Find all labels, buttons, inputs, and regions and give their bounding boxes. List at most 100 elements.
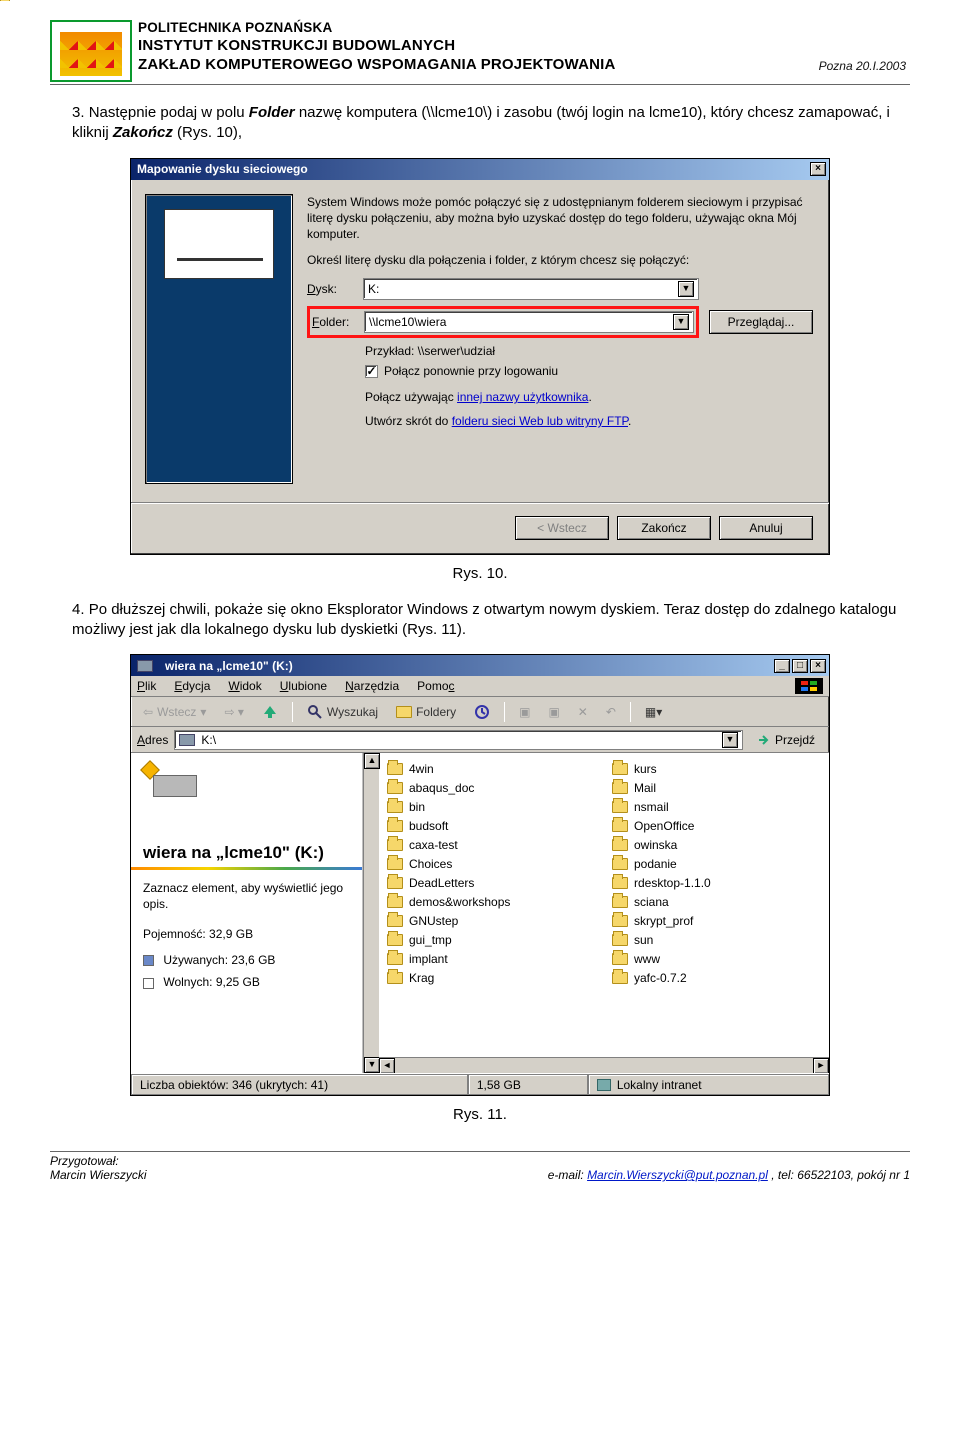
list-item[interactable]: GNUstep: [387, 911, 600, 930]
search-button[interactable]: Wyszukaj: [301, 701, 384, 723]
menu-view[interactable]: Widok: [228, 679, 261, 693]
horizontal-scrollbar[interactable]: ◄ ►: [379, 1057, 829, 1073]
page-footer: Przygotował: Marcin Wierszycki e-mail: M…: [50, 1151, 910, 1182]
statusbar: Liczba obiektów: 346 (ukrytych: 41) 1,58…: [131, 1073, 829, 1095]
minimize-icon[interactable]: _: [774, 659, 790, 673]
list-item[interactable]: 4win: [387, 759, 600, 778]
folder-icon: [387, 839, 403, 851]
folder-label: gui_tmp: [409, 933, 452, 947]
delete-icon: ✕: [572, 701, 594, 723]
list-item[interactable]: sciana: [612, 892, 825, 911]
views-button[interactable]: ▦▾: [639, 701, 668, 723]
list-item[interactable]: kurs: [612, 759, 825, 778]
explorer-titlebar: wiera na „lcme10" (K:) _ □ ×: [131, 655, 829, 676]
drive-icon: [164, 209, 274, 279]
menu-edit[interactable]: Edycja: [174, 679, 210, 693]
menu-file[interactable]: Plik: [137, 679, 156, 693]
folder-label: rdesktop-1.1.0: [634, 876, 711, 890]
dialog-title: Mapowanie dysku sieciowego: [137, 162, 308, 176]
drive-value: K:: [368, 282, 379, 296]
folder-icon: [612, 896, 628, 908]
list-item[interactable]: implant: [387, 949, 600, 968]
list-item[interactable]: yafc-0.7.2: [612, 968, 825, 987]
list-item[interactable]: DeadLetters: [387, 873, 600, 892]
footer-email-link[interactable]: Marcin.Wierszycki@put.poznan.pl: [587, 1168, 768, 1182]
reconnect-checkbox-row[interactable]: ✓ Połącz ponownie przy logowaniu: [365, 364, 813, 378]
menu-tools[interactable]: Narzędzia: [345, 679, 399, 693]
step-number: 4.: [72, 601, 85, 618]
folder-combobox[interactable]: \\lcme10\wiera ▼: [364, 311, 694, 333]
list-item[interactable]: Choices: [387, 854, 600, 873]
header-date: Pozna 20.I.2003: [819, 59, 910, 73]
list-item[interactable]: podanie: [612, 854, 825, 873]
folder-label: kurs: [634, 762, 657, 776]
dialog-titlebar: Mapowanie dysku sieciowego ×: [131, 159, 829, 180]
history-button[interactable]: [468, 701, 496, 723]
network-drive-icon: [137, 660, 153, 672]
list-item[interactable]: OpenOffice: [612, 816, 825, 835]
scroll-up-icon[interactable]: ▲: [364, 753, 380, 769]
step-3-text: 3. Następnie podaj w polu Folder nazwę k…: [72, 103, 910, 144]
step-number: 3.: [72, 104, 85, 121]
explorer-content: wiera na „lcme10" (K:) Zaznacz element, …: [131, 753, 829, 1073]
legend-used-icon: [143, 955, 154, 966]
folder-icon: [612, 877, 628, 889]
folder-icon: [387, 896, 403, 908]
drive-combobox[interactable]: K: ▼: [363, 278, 699, 300]
folder-label: abaqus_doc: [409, 781, 474, 795]
network-drive-large-icon: [143, 763, 203, 803]
list-item[interactable]: bin: [387, 797, 600, 816]
scroll-left-icon[interactable]: ◄: [379, 1058, 395, 1073]
close-icon[interactable]: ×: [810, 162, 826, 176]
chevron-down-icon[interactable]: ▼: [722, 732, 738, 748]
status-zone: Lokalny intranet: [588, 1074, 829, 1095]
browse-button[interactable]: Przeglądaj...: [709, 310, 813, 334]
maximize-icon[interactable]: □: [792, 659, 808, 673]
folder-icon: [387, 820, 403, 832]
chevron-down-icon[interactable]: ▼: [673, 314, 689, 330]
list-item[interactable]: Krag: [387, 968, 600, 987]
list-item[interactable]: skrypt_prof: [612, 911, 825, 930]
network-drive-icon: [179, 734, 195, 746]
list-item[interactable]: nsmail: [612, 797, 825, 816]
menu-help[interactable]: Pomoc: [417, 679, 454, 693]
list-item[interactable]: owinska: [612, 835, 825, 854]
folder-label: nsmail: [634, 800, 669, 814]
address-label: Adres: [137, 733, 168, 747]
menu-favorites[interactable]: Ulubione: [280, 679, 327, 693]
folder-icon: [612, 782, 628, 794]
finish-button[interactable]: Zakończ: [617, 516, 711, 540]
chevron-down-icon[interactable]: ▼: [678, 281, 694, 297]
folder-label: podanie: [634, 857, 677, 871]
cancel-button[interactable]: Anuluj: [719, 516, 813, 540]
forward-button: ⇨ ▾: [218, 701, 249, 723]
folder-icon: [387, 801, 403, 813]
up-button[interactable]: [256, 701, 284, 723]
folder-icon: [387, 953, 403, 965]
web-folder-link[interactable]: folderu sieci Web lub witryny FTP: [452, 414, 628, 428]
go-button[interactable]: Przejdź: [749, 730, 823, 750]
list-item[interactable]: rdesktop-1.1.0: [612, 873, 825, 892]
scroll-right-icon[interactable]: ►: [813, 1058, 829, 1073]
dialog-paragraph-2: Określ literę dysku dla połączenia i fol…: [307, 252, 813, 268]
checkbox-icon[interactable]: ✓: [365, 365, 378, 378]
list-item[interactable]: demos&workshops: [387, 892, 600, 911]
file-list[interactable]: 4win abaqus_docbinbudsoftcaxa-testChoices…: [379, 753, 829, 1073]
close-icon[interactable]: ×: [810, 659, 826, 673]
list-item[interactable]: sun: [612, 930, 825, 949]
different-user-link[interactable]: innej nazwy użytkownika: [457, 390, 588, 404]
vertical-scrollbar[interactable]: ▲ ▼: [363, 753, 379, 1073]
scroll-down-icon[interactable]: ▼: [364, 1057, 380, 1073]
header-line2: INSTYTUT KONSTRUKCJI BUDOWLANYCH: [138, 37, 910, 54]
figure-caption-10: Rys. 10.: [50, 565, 910, 582]
list-item[interactable]: Mail: [612, 778, 825, 797]
list-item[interactable]: www: [612, 949, 825, 968]
folders-button[interactable]: Foldery: [390, 701, 462, 723]
list-item[interactable]: abaqus_doc: [387, 778, 600, 797]
address-combobox[interactable]: K:\ ▼: [174, 730, 743, 750]
list-item[interactable]: gui_tmp: [387, 930, 600, 949]
folder-icon: [612, 972, 628, 984]
list-item[interactable]: caxa-test: [387, 835, 600, 854]
list-item[interactable]: budsoft: [387, 816, 600, 835]
folder-label: sun: [634, 933, 653, 947]
